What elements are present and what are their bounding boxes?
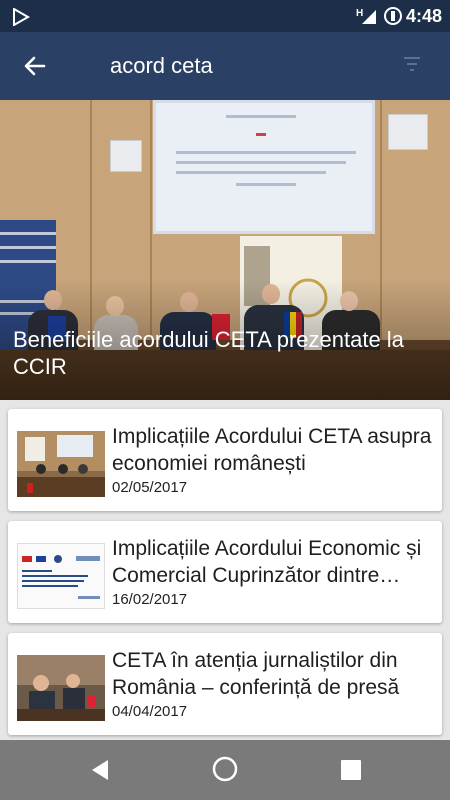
article-list: Implicațiile Acordului CETA asupra econo…	[0, 400, 450, 740]
network-type-label: H	[356, 8, 363, 19]
featured-article[interactable]: Beneficiile acordului CETA prezentate la…	[0, 100, 450, 400]
nav-home-icon[interactable]	[211, 755, 239, 788]
article-date: 16/02/2017	[112, 591, 188, 608]
system-navigation-bar	[0, 740, 450, 800]
article-card[interactable]: Implicațiile Acordului CETA asupra econo…	[8, 409, 442, 511]
article-thumbnail	[17, 655, 105, 721]
back-arrow-icon[interactable]	[22, 53, 48, 79]
article-thumbnail	[17, 431, 105, 497]
article-title: Implicațiile Acordului Economic și Comer…	[112, 537, 422, 587]
article-card[interactable]: Implicațiile Acordului Economic și Comer…	[8, 521, 442, 623]
article-date: 02/05/2017	[112, 479, 188, 496]
signal-icon: H	[356, 6, 378, 31]
search-query[interactable]: acord ceta	[110, 53, 213, 79]
status-bar: H 4:48	[0, 0, 450, 32]
article-title: CETA în atenția jurnaliștilor din Români…	[112, 649, 400, 699]
article-title: Implicațiile Acordului CETA asupra econo…	[112, 425, 432, 475]
featured-article-title[interactable]: Beneficiile acordului CETA prezentate la…	[13, 326, 438, 380]
article-card[interactable]: CETA în atenția jurnaliștilor din Români…	[8, 633, 442, 735]
wall-speaker	[388, 114, 428, 150]
article-thumbnail	[17, 543, 105, 609]
projection-screen	[153, 100, 375, 234]
wall-speaker	[110, 140, 142, 172]
battery-icon	[383, 6, 403, 31]
filter-icon[interactable]	[402, 54, 422, 74]
app-toolbar: acord ceta	[0, 32, 450, 100]
play-store-icon	[12, 7, 31, 31]
nav-recents-icon[interactable]	[340, 759, 362, 786]
clock: 4:48	[406, 6, 443, 26]
article-date: 04/04/2017	[112, 703, 188, 720]
nav-back-icon[interactable]	[88, 756, 112, 789]
